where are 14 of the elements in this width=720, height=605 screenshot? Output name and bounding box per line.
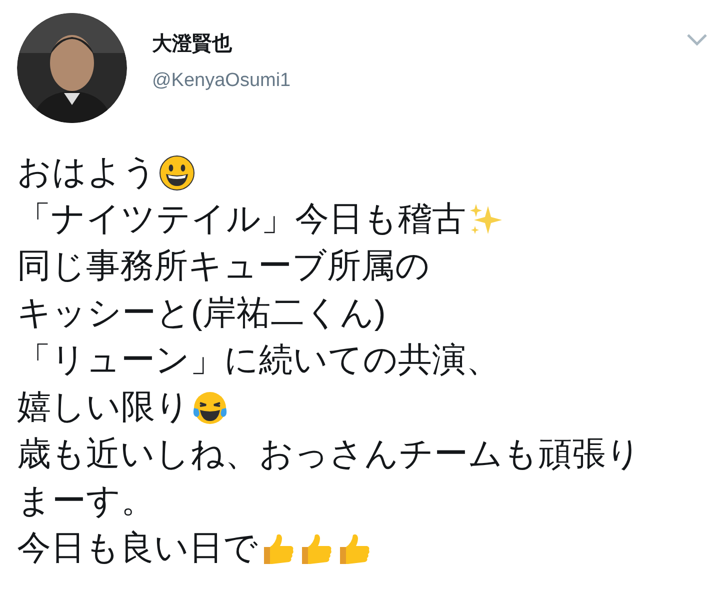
tweet-text-line: 嬉しい限り	[17, 387, 190, 428]
laughing-tears-face-icon	[192, 390, 228, 426]
author-handle: @KenyaOsumi1	[152, 68, 291, 93]
tweet-text-line: 今日も良い日で	[17, 528, 258, 569]
grinning-face-icon	[159, 154, 195, 190]
tweet-text-line: 「リューン」に続いての共演、	[17, 340, 500, 381]
chevron-down-icon[interactable]	[686, 33, 708, 47]
tweet-text-line: 同じ事務所キューブ所属の	[17, 246, 430, 287]
tweet-text-line: キッシーと(岸祐二くん)	[17, 293, 386, 334]
tweet-text-line: まーす。	[17, 481, 155, 522]
tweet-text-line: 歳も近いしね、おっさんチームも頑張り	[17, 434, 641, 475]
tweet-text-line: おはよう	[17, 152, 157, 193]
author-name: 大澄賢也	[152, 32, 233, 57]
tweet-text-line: 「ナイツテイル」今日も稽古	[17, 199, 466, 240]
